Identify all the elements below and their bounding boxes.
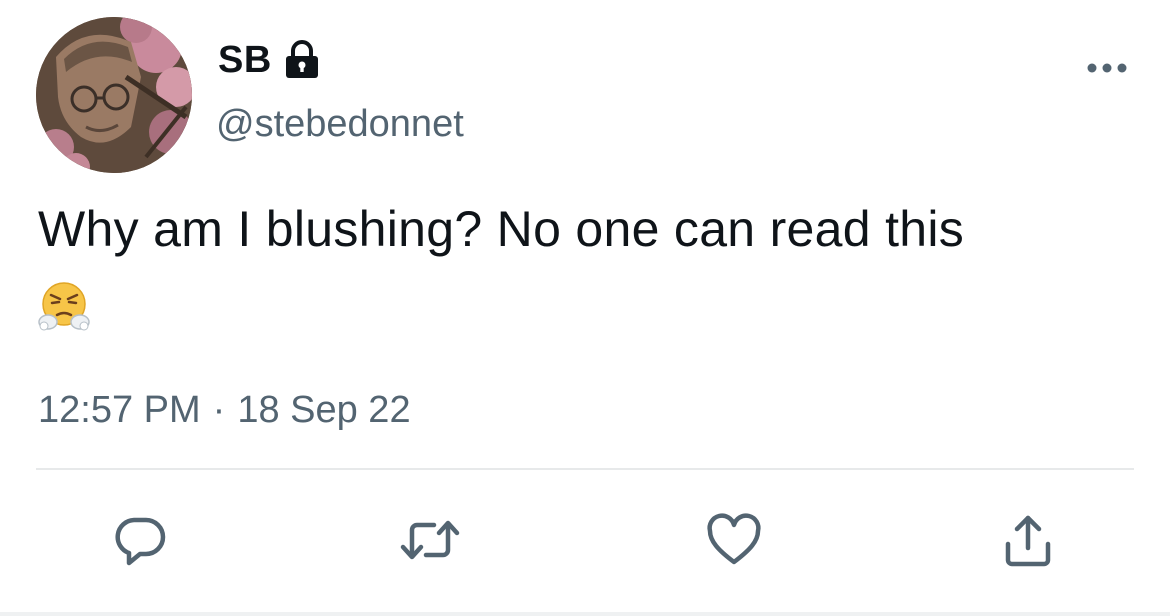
share-icon — [998, 510, 1058, 575]
tweet-date: 18 Sep 22 — [237, 389, 411, 431]
avatar-image — [36, 17, 192, 173]
tweet-time: 12:57 PM — [38, 389, 201, 431]
handle[interactable]: @stebedonnet — [216, 100, 464, 148]
retweet-icon — [398, 510, 462, 575]
timestamp-separator: · — [212, 389, 226, 431]
like-button[interactable] — [702, 510, 766, 574]
timestamp[interactable]: 12:57 PM · 18 Sep 22 — [38, 386, 411, 434]
display-name[interactable]: SB — [218, 36, 272, 84]
retweet-button[interactable] — [398, 510, 462, 574]
divider — [36, 468, 1134, 470]
action-bar — [0, 510, 1170, 574]
face-with-steam-from-nose-icon — [36, 282, 92, 332]
tweet-card: SB @stebedonnet Why am I blushing? No on… — [0, 0, 1170, 616]
more-icon[interactable] — [1084, 58, 1130, 78]
lock-icon — [284, 40, 320, 80]
heart-icon — [704, 510, 764, 575]
tweet-text: Why am I blushing? No one can read this — [38, 201, 965, 257]
author-row: SB — [218, 36, 320, 84]
reply-icon — [110, 510, 170, 575]
avatar[interactable] — [36, 17, 192, 173]
bottom-border — [0, 612, 1170, 616]
reply-button[interactable] — [108, 510, 172, 574]
share-button[interactable] — [996, 510, 1060, 574]
